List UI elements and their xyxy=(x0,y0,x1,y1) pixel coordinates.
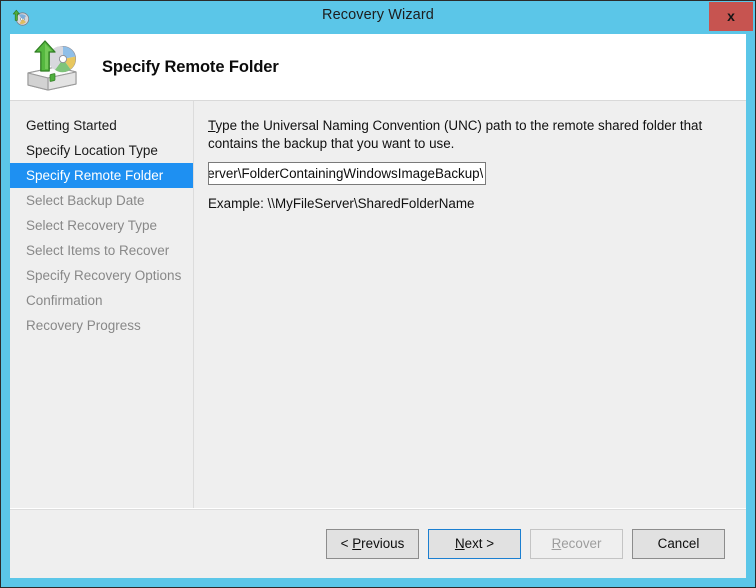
sidebar-item-specify-location-type[interactable]: Specify Location Type xyxy=(10,138,193,163)
sidebar-item-recovery-progress[interactable]: Recovery Progress xyxy=(10,313,193,338)
cancel-button[interactable]: Cancel xyxy=(632,528,725,559)
close-icon[interactable]: x xyxy=(709,2,753,31)
recovery-wizard-window: Recovery Wizard x Specify Remote Folder … xyxy=(0,0,756,588)
sidebar-item-select-recovery-type[interactable]: Select Recovery Type xyxy=(10,213,193,238)
sidebar-item-confirmation[interactable]: Confirmation xyxy=(10,288,193,313)
page-title: Specify Remote Folder xyxy=(102,57,279,76)
window-title: Recovery Wizard xyxy=(322,7,434,23)
previous-button[interactable]: < Previous xyxy=(326,528,419,559)
recover-button: Recover xyxy=(530,528,623,559)
wizard-footer: < Previous Next > Recover Cancel xyxy=(10,508,746,578)
backup-drive-restore-icon xyxy=(22,39,84,95)
unc-path-input[interactable] xyxy=(208,162,486,185)
wizard-header: Specify Remote Folder xyxy=(10,34,746,100)
wizard-step-list: Getting Started Specify Location Type Sp… xyxy=(10,101,194,508)
instruction-body: ype the Universal Naming Convention (UNC… xyxy=(208,118,703,151)
sidebar-item-specify-remote-folder[interactable]: Specify Remote Folder xyxy=(10,163,193,188)
sidebar-item-select-backup-date[interactable]: Select Backup Date xyxy=(10,188,193,213)
wizard-client-area: Specify Remote Folder Getting Started Sp… xyxy=(10,34,746,578)
next-button[interactable]: Next > xyxy=(428,528,521,559)
example-text: Example: \\MyFileServer\SharedFolderName xyxy=(208,196,475,211)
wizard-body: Getting Started Specify Location Type Sp… xyxy=(10,100,746,508)
instruction-text: Type the Universal Naming Convention (UN… xyxy=(208,117,726,153)
sidebar-item-getting-started[interactable]: Getting Started xyxy=(10,113,193,138)
title-bar: Recovery Wizard x xyxy=(1,1,755,34)
wizard-content-pane: Type the Universal Naming Convention (UN… xyxy=(194,101,746,508)
sidebar-item-specify-recovery-options[interactable]: Specify Recovery Options xyxy=(10,263,193,288)
sidebar-item-select-items-to-recover[interactable]: Select Items to Recover xyxy=(10,238,193,263)
